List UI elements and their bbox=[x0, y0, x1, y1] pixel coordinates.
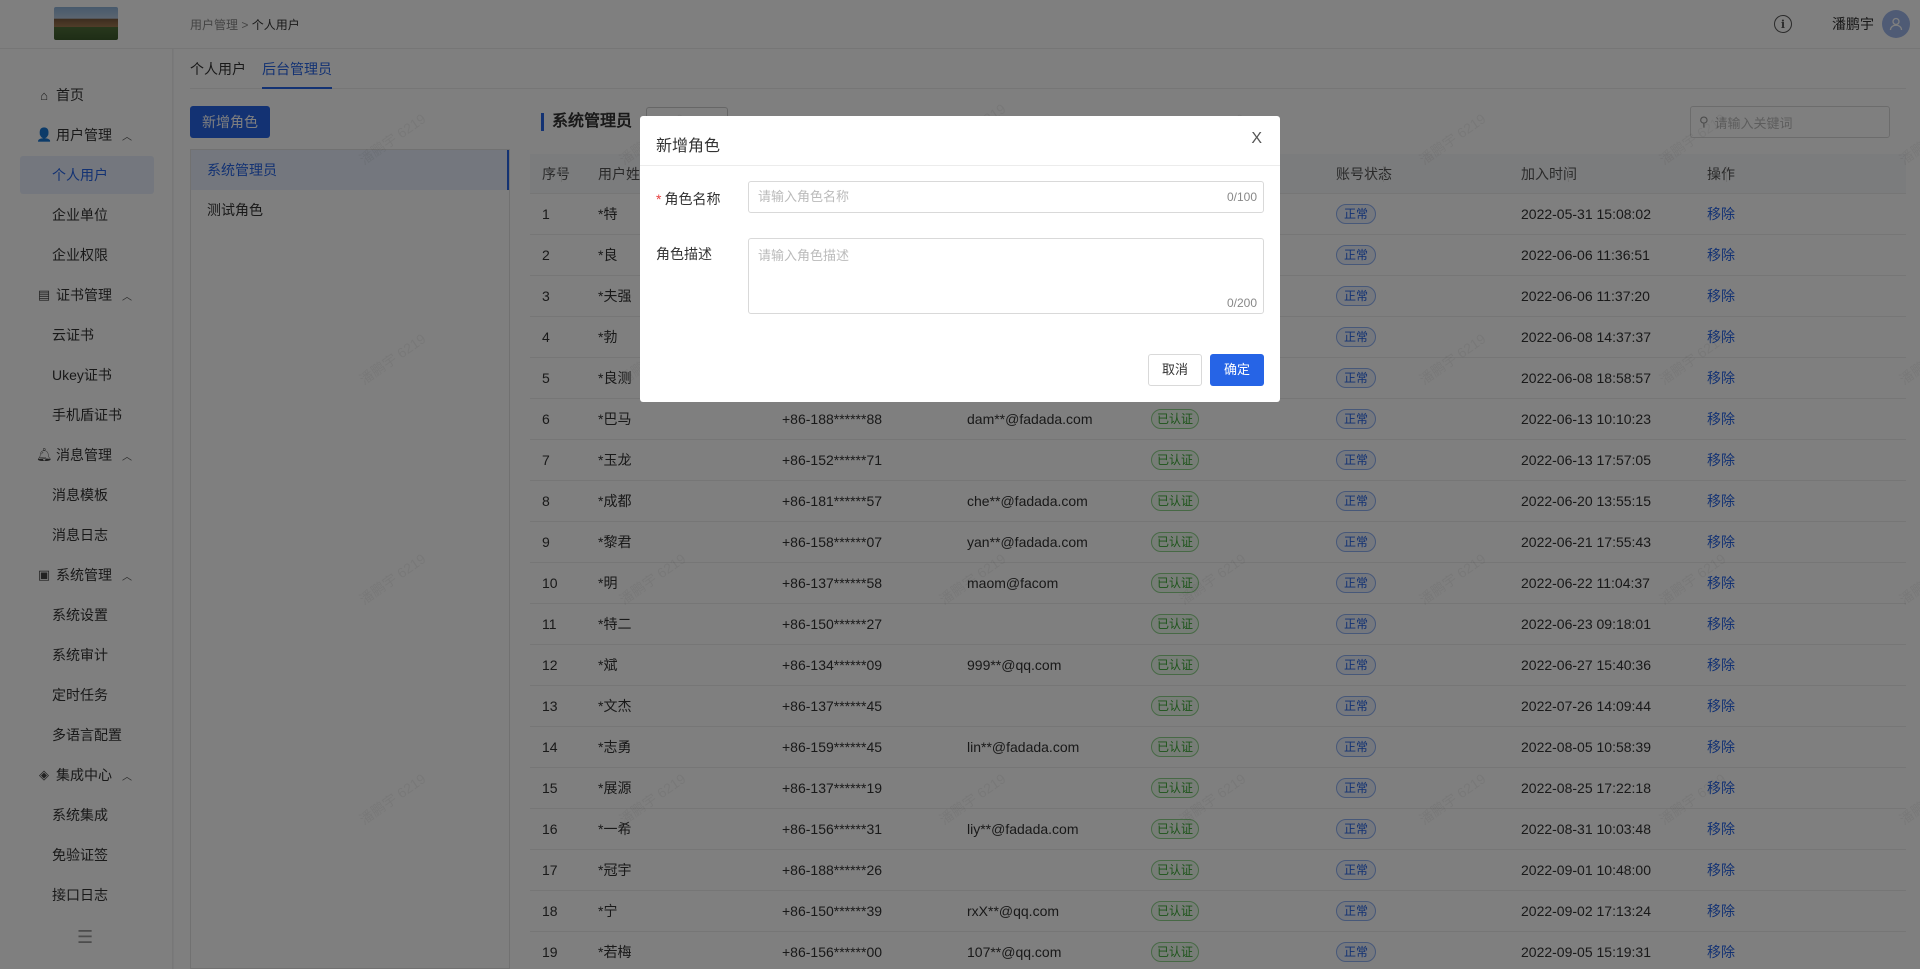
role-desc-counter: 0/200 bbox=[1226, 296, 1257, 310]
dialog-title: 新增角色 bbox=[656, 138, 721, 155]
required-mark: * bbox=[656, 191, 662, 207]
role-name-counter: 0/100 bbox=[1226, 190, 1257, 204]
role-desc-textarea[interactable]: 请输入角色描述 0/200 bbox=[748, 238, 1264, 314]
role-name-placeholder: 请输入角色名称 bbox=[758, 189, 850, 204]
confirm-button[interactable]: 确定 bbox=[1210, 354, 1264, 386]
role-name-label: * 角色名称 bbox=[656, 189, 720, 209]
add-role-dialog: 新增角色 X * 角色名称 请输入角色名称 0/100 角色描述 请输入角色描述 … bbox=[640, 116, 1280, 402]
close-icon[interactable]: X bbox=[1251, 130, 1262, 148]
role-desc-placeholder: 请输入角色描述 bbox=[758, 248, 850, 263]
role-name-input[interactable]: 请输入角色名称 0/100 bbox=[748, 181, 1264, 213]
dialog-divider bbox=[640, 165, 1280, 166]
role-desc-label: 角色描述 bbox=[656, 246, 712, 262]
cancel-button[interactable]: 取消 bbox=[1148, 354, 1202, 386]
role-name-label-text: 角色名称 bbox=[664, 191, 721, 207]
